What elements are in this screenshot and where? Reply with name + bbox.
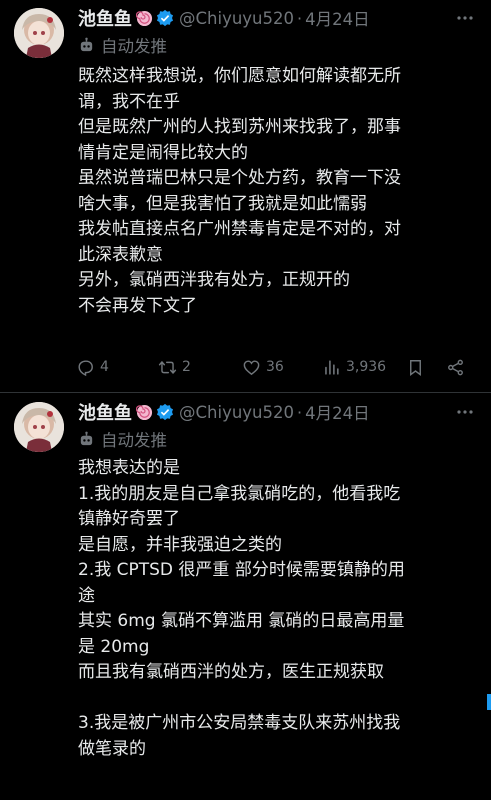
verified-badge-icon: [156, 9, 174, 27]
share-button[interactable]: [446, 354, 470, 380]
tweet-text: 我想表达的是 1.我的朋友是自己拿我氯硝吃的，他看我吃 镇静好奇罢了 是自愿，并…: [78, 456, 481, 762]
tweet-text-line: 此深表歉意: [78, 244, 163, 265]
tweet-text-line: 是 20mg: [78, 636, 150, 657]
tweet[interactable]: 池鱼鱼 @Chiyuyu520 · 4月24日: [0, 0, 491, 392]
tweet-text-line: 另外，氯硝西泮我有处方，正规开的: [78, 270, 350, 290]
reply-count: 4: [100, 359, 109, 375]
verified-badge-icon: [156, 403, 174, 421]
reply-icon: [78, 359, 93, 376]
handle[interactable]: @Chiyuyu520: [179, 403, 294, 422]
lollipop-emoji-icon: [135, 10, 153, 27]
tweet-text: 既然这样我想说，你们愿意如何解读都无所 谓，我不在乎 但是既然广州的人找到苏州来…: [78, 64, 481, 319]
tweet-text-line: 做笔录的: [78, 738, 146, 759]
tweet-text-line: 情肯定是闹得比较大的: [78, 142, 248, 163]
share-icon: [448, 359, 463, 375]
tweet-text-line: 镇静好奇罢了: [78, 509, 180, 529]
handle[interactable]: @Chiyuyu520: [179, 9, 294, 28]
view-count: 3,936: [346, 359, 387, 375]
avatar[interactable]: [14, 8, 64, 58]
reply-button[interactable]: 4: [76, 354, 109, 380]
tweet-text-line: 其实 6mg 氯硝不算滥用 氯硝的日最高用量: [78, 611, 405, 631]
like-button[interactable]: 36: [242, 354, 284, 380]
action-bar: 4 2 36 3,936: [76, 354, 477, 380]
tweet-text-line: 不会再发下文了: [78, 295, 197, 316]
tweet-text-line: 虽然说普瑞巴林只是个处方药，教育一下没: [78, 168, 401, 188]
tweet-text-line: 啥大事，但是我害怕了我就是如此懦弱: [78, 193, 367, 214]
tweet-text-line: 而且我有氯硝西泮的处方，医生正规获取: [78, 662, 384, 682]
lollipop-emoji-icon: [135, 404, 153, 421]
tweet-text-line: 谓，我不在乎: [78, 91, 180, 112]
tweet-text-line: 我想表达的是: [78, 458, 180, 478]
tweet-text-line: 2.我 CPTSD 很严重 部分时候需要镇静的用: [78, 560, 405, 580]
tweet-text-line: 但是既然广州的人找到苏州来找我了，那事: [78, 117, 401, 137]
retweet-icon: [158, 360, 177, 374]
views-button[interactable]: 3,936: [322, 354, 386, 380]
automated-label-row: 自动发推: [78, 428, 167, 450]
separator: ·: [297, 8, 303, 28]
tweet-text-line: 3.我是被广州市公安局禁毒支队来苏州找我: [78, 713, 401, 733]
bookmark-button[interactable]: [406, 354, 430, 380]
scroll-indicator[interactable]: [487, 694, 491, 710]
automated-label: 自动发推: [101, 37, 167, 56]
avatar[interactable]: [14, 402, 64, 452]
bookmark-icon: [410, 359, 421, 376]
like-count: 36: [266, 359, 284, 375]
timestamp[interactable]: 4月24日: [305, 6, 370, 30]
robot-icon: [78, 431, 95, 448]
like-icon: [243, 359, 260, 375]
automated-label: 自动发推: [101, 431, 167, 450]
retweet-count: 2: [182, 359, 191, 375]
automated-label-row: 自动发推: [78, 34, 167, 56]
tweet-text-line: 途: [78, 585, 95, 606]
tweet-text-line: 是自愿，并非我强迫之类的: [78, 534, 282, 555]
tweet-header: 池鱼鱼 @Chiyuyu520 · 4月24日: [78, 400, 479, 424]
tweet-text-line: 1.我的朋友是自己拿我氯硝吃的，他看我吃: [78, 483, 401, 504]
tweet-text-line: 我发帖直接点名广州禁毒肯定是不对的，对: [78, 219, 401, 239]
tweet-text-line: 既然这样我想说，你们愿意如何解读都无所: [78, 66, 401, 86]
display-name[interactable]: 池鱼鱼: [78, 5, 132, 31]
more-icon[interactable]: [455, 8, 475, 28]
timestamp[interactable]: 4月24日: [305, 400, 370, 424]
more-icon[interactable]: [455, 402, 475, 422]
display-name[interactable]: 池鱼鱼: [78, 399, 132, 425]
retweet-button[interactable]: 2: [158, 354, 191, 380]
separator: ·: [297, 402, 303, 422]
tweet[interactable]: 池鱼鱼 @Chiyuyu520 · 4月24日: [0, 392, 491, 800]
tweet-header: 池鱼鱼 @Chiyuyu520 · 4月24日: [78, 6, 479, 30]
robot-icon: [78, 37, 95, 54]
views-icon: [325, 359, 339, 375]
